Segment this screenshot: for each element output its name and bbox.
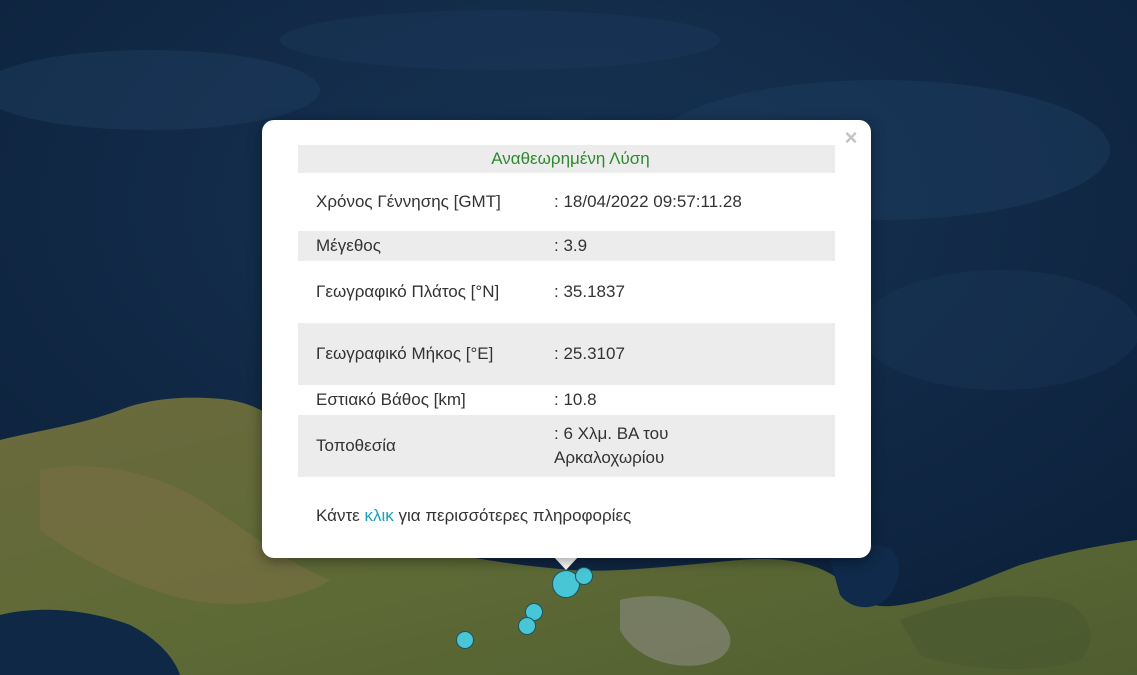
sea-texture <box>280 10 720 70</box>
row-label: Μέγεθος <box>298 231 548 261</box>
table-row: Μέγεθος : 3.9 <box>298 231 835 261</box>
table-row: Γεωγραφικό Μήκος [°E] : 25.3107 <box>298 323 835 385</box>
table-header-row: Αναθεωρημένη Λύση <box>298 145 835 173</box>
satellite-map[interactable]: × Αναθεωρημένη Λύση Χρόνος Γέννησης [GMT… <box>0 0 1137 675</box>
row-label: Εστιακό Βάθος [km] <box>316 390 466 409</box>
more-info-suffix: για περισσότερες πληροφορίες <box>393 506 632 525</box>
sea-texture <box>860 270 1137 390</box>
table-row: Τοποθεσία : 6 Χλμ. ΒΑ του Αρκαλοχωρίου <box>298 415 835 477</box>
row-value: : 35.1837 <box>554 282 625 301</box>
more-info-text: Κάντε κλικ για περισσότερες πληροφορίες <box>316 506 631 526</box>
table-row: Εστιακό Βάθος [km] : 10.8 <box>298 385 835 415</box>
more-info-link[interactable]: κλικ <box>364 506 393 525</box>
earthquake-info-table: Αναθεωρημένη Λύση Χρόνος Γέννησης [GMT] … <box>298 145 835 477</box>
row-value: : 25.3107 <box>548 323 835 385</box>
row-value: : 3.9 <box>548 231 835 261</box>
table-row: Γεωγραφικό Πλάτος [°N] : 35.1837 <box>298 261 835 323</box>
popup-header: Αναθεωρημένη Λύση <box>298 145 835 173</box>
row-label: Χρόνος Γέννησης [GMT] <box>316 192 501 211</box>
row-label: Γεωγραφικό Μήκος [°E] <box>298 323 548 385</box>
row-value: : 18/04/2022 09:57:11.28 <box>554 192 742 211</box>
earthquake-info-popup: × Αναθεωρημένη Λύση Χρόνος Γέννησης [GMT… <box>262 120 871 558</box>
earthquake-marker[interactable] <box>456 631 474 649</box>
row-label: Γεωγραφικό Πλάτος [°N] <box>316 282 500 301</box>
more-info-prefix: Κάντε <box>316 506 365 525</box>
row-value: : 6 Χλμ. ΒΑ του Αρκαλοχωρίου <box>548 415 835 477</box>
table-row: Χρόνος Γέννησης [GMT] : 18/04/2022 09:57… <box>298 173 835 231</box>
close-icon[interactable]: × <box>839 126 863 150</box>
popup-tip <box>553 556 579 570</box>
row-label: Τοποθεσία <box>298 415 548 477</box>
earthquake-marker[interactable] <box>518 617 536 635</box>
row-value: : 10.8 <box>554 390 597 409</box>
